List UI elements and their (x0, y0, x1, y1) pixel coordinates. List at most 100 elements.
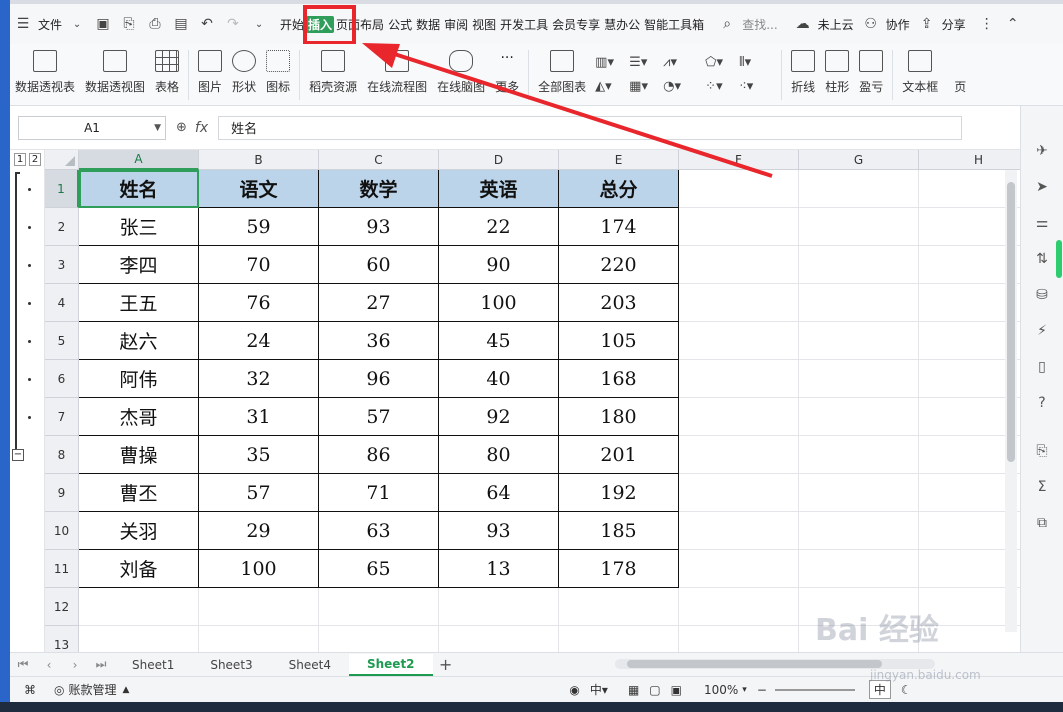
sheet-tab-sheet2[interactable]: Sheet2 (348, 653, 433, 676)
select-all-corner[interactable] (45, 150, 79, 170)
cell-B12[interactable] (199, 588, 319, 626)
normal-view-icon[interactable]: ▦ (628, 683, 639, 697)
cell-A12[interactable] (79, 588, 199, 626)
cell-D10[interactable]: 93 (439, 512, 559, 550)
row-header-2[interactable]: 2 (45, 208, 79, 246)
tab-member[interactable]: 会员专享 (550, 16, 602, 33)
pie-chart-icon[interactable]: ◔▾ (663, 74, 697, 98)
print-preview-icon[interactable]: ▤ (172, 15, 190, 33)
cell-C4[interactable]: 27 (319, 284, 439, 322)
cell-A3[interactable]: 李四 (79, 246, 199, 284)
cell-D1[interactable]: 英语 (439, 170, 559, 208)
shape-button[interactable]: 形状 (232, 50, 256, 95)
puzzle-icon[interactable]: ⧉ (1033, 514, 1051, 532)
cloud-status[interactable]: 未上云 (816, 16, 856, 33)
chevron-down-icon[interactable]: ▼ (154, 123, 161, 133)
help-icon[interactable]: ? (1033, 394, 1051, 412)
resources-button[interactable]: 稻壳资源 (309, 50, 357, 95)
pivot-chart-button[interactable]: 数据透视图 (85, 50, 145, 95)
sparkline-column-button[interactable]: 柱形 (825, 50, 849, 95)
cell-D9[interactable]: 64 (439, 474, 559, 512)
cell-A1[interactable]: 姓名 (79, 170, 199, 208)
zoom-slider[interactable] (774, 688, 855, 691)
scroll-thumb[interactable] (1007, 182, 1015, 462)
prev-sheet-icon[interactable]: ‹ (36, 658, 62, 672)
last-sheet-icon[interactable]: ⏭ (88, 657, 114, 672)
cell-B10[interactable]: 29 (199, 512, 319, 550)
cell-D5[interactable]: 45 (439, 322, 559, 360)
cell-E13[interactable] (559, 626, 679, 652)
cell-G11[interactable] (799, 550, 919, 588)
map-icon[interactable]: ▯ (1033, 358, 1051, 376)
tab-home[interactable]: 开始 (278, 16, 306, 33)
cloud-icon[interactable]: ☁ (794, 15, 812, 33)
cell-B8[interactable]: 35 (199, 436, 319, 474)
sheet-tab-sheet1[interactable]: Sheet1 (114, 658, 192, 672)
flowchart-button[interactable]: 在线流程图 (367, 50, 427, 95)
cell-G5[interactable] (799, 322, 919, 360)
cell-G10[interactable] (799, 512, 919, 550)
row-header-7[interactable]: 7 (45, 398, 79, 436)
search-box[interactable]: 查找... (740, 16, 779, 33)
cell-E11[interactable]: 178 (559, 550, 679, 588)
scatter-chart-icon[interactable]: ⁘▾ (705, 74, 739, 98)
cell-B6[interactable]: 32 (199, 360, 319, 398)
adjust-icon[interactable]: ⚌ (1033, 214, 1051, 232)
cell-A2[interactable]: 张三 (79, 208, 199, 246)
sparkline-winloss-button[interactable]: 盈亏 (859, 50, 883, 95)
file-menu[interactable]: 文件 (36, 16, 64, 33)
formula-input[interactable]: 姓名 (218, 115, 963, 140)
cell-E1[interactable]: 总分 (559, 170, 679, 208)
page-break-view-icon[interactable]: ▣ (671, 683, 682, 697)
cell-D3[interactable]: 90 (439, 246, 559, 284)
line-chart-icon[interactable]: ⩘▾ (663, 50, 697, 74)
cell-C12[interactable] (319, 588, 439, 626)
row-header-3[interactable]: 3 (45, 246, 79, 284)
column-header-G[interactable]: G (799, 150, 919, 170)
cell-G9[interactable] (799, 474, 919, 512)
outline-level-1[interactable]: 1 (14, 153, 26, 166)
row-header-11[interactable]: 11 (45, 550, 79, 588)
row-header-5[interactable]: 5 (45, 322, 79, 360)
cell-D7[interactable]: 92 (439, 398, 559, 436)
cell-E12[interactable] (559, 588, 679, 626)
collab-icon[interactable]: ⚇ (862, 15, 880, 33)
cell-F9[interactable] (679, 474, 799, 512)
save-icon[interactable]: ▣ (94, 15, 112, 33)
cell-A13[interactable] (79, 626, 199, 652)
sum-icon[interactable]: Σ (1033, 478, 1051, 496)
row-header-9[interactable]: 9 (45, 474, 79, 512)
cell-B4[interactable]: 76 (199, 284, 319, 322)
outline-level-2[interactable]: 2 (29, 153, 41, 166)
cell-A9[interactable]: 曹丕 (79, 474, 199, 512)
cell-D13[interactable] (439, 626, 559, 652)
tab-developer[interactable]: 开发工具 (498, 16, 550, 33)
export-icon[interactable]: ⎘ (1033, 442, 1051, 460)
export-pdf-icon[interactable]: ⎘ (120, 15, 138, 33)
zoom-icon[interactable]: ⊕ (176, 120, 187, 135)
cell-C7[interactable]: 57 (319, 398, 439, 436)
cell-G7[interactable] (799, 398, 919, 436)
vertical-scrollbar[interactable] (1005, 170, 1017, 632)
header-footer-button[interactable]: 页 (948, 50, 972, 95)
cell-C1[interactable]: 数学 (319, 170, 439, 208)
fx-icon[interactable]: fx (195, 120, 208, 136)
tab-review[interactable]: 审阅 (442, 16, 470, 33)
share-button[interactable]: 分享 (940, 16, 968, 33)
macro-icon[interactable]: ⌘ (24, 683, 36, 697)
cell-F1[interactable] (679, 170, 799, 208)
cell-B1[interactable]: 语文 (199, 170, 319, 208)
tab-data[interactable]: 数据 (414, 16, 442, 33)
zoom-dropdown-icon[interactable]: ▾ (742, 685, 747, 695)
row-header-4[interactable]: 4 (45, 284, 79, 322)
cell-C9[interactable]: 71 (319, 474, 439, 512)
cell-E10[interactable]: 185 (559, 512, 679, 550)
row-header-1[interactable]: 1 (45, 170, 79, 208)
cell-E6[interactable]: 168 (559, 360, 679, 398)
cell-D6[interactable]: 40 (439, 360, 559, 398)
cell-C11[interactable]: 65 (319, 550, 439, 588)
cell-F12[interactable] (679, 588, 799, 626)
cell-A4[interactable]: 王五 (79, 284, 199, 322)
radar-chart-icon[interactable]: ⬠▾ (705, 50, 739, 74)
cell-G8[interactable] (799, 436, 919, 474)
